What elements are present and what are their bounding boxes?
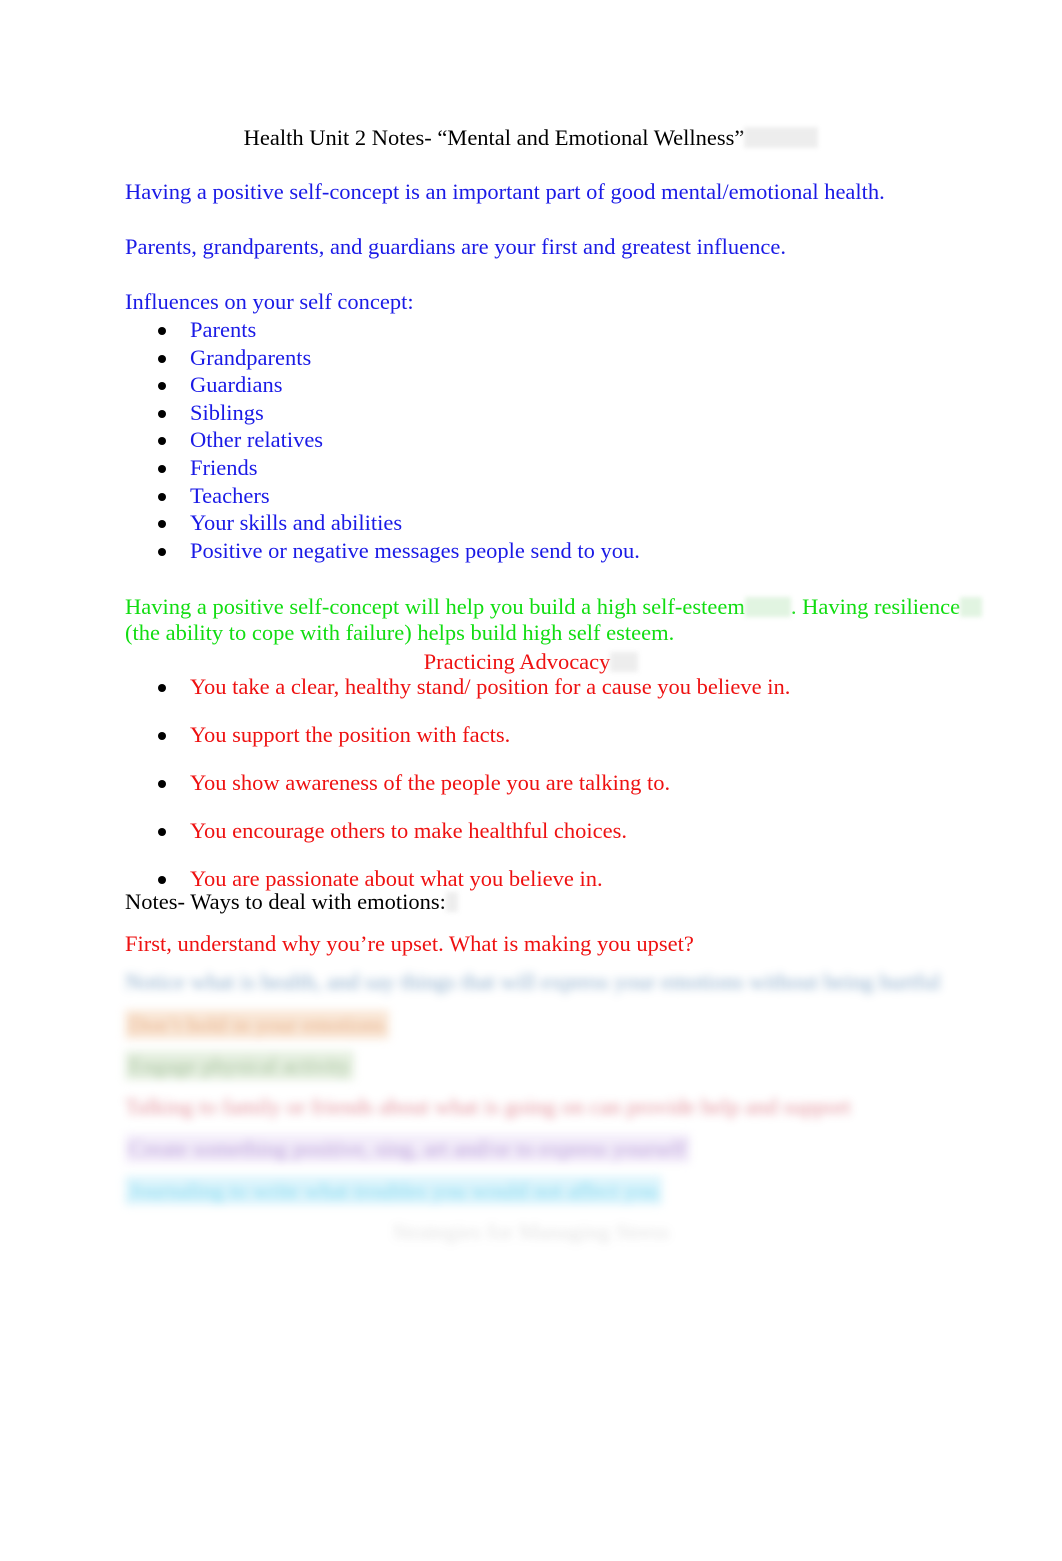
list-item-label: Other relatives — [190, 427, 324, 453]
influences-heading-text: Influences on your self concept: — [125, 289, 414, 314]
redacted-line-1: Notice what is health, and say things th… — [125, 968, 941, 995]
redacted-line-6-text: Journaling to write what troubles you wo… — [129, 1178, 658, 1203]
list-item-label: Grandparents — [190, 344, 312, 370]
self-esteem-line2-text: (the ability to cope with failure) helps… — [125, 620, 675, 645]
self-esteem-text-part2: . Having resilience — [790, 594, 961, 619]
list-item: You support the position with facts. — [125, 711, 790, 759]
redacted-line-5: Create something positive, sing, art and… — [125, 1134, 691, 1163]
redacted-line-5-text: Create something positive, sing, art and… — [129, 1136, 687, 1161]
influence-paragraph-text: Parents, grandparents, and guardians are… — [125, 234, 787, 259]
influences-heading: Influences on your self concept: — [125, 288, 414, 315]
list-item-label: Friends — [190, 454, 258, 480]
intro-paragraph-text: Having a positive self-concept is an imp… — [125, 179, 885, 204]
list-item-label: Teachers — [190, 482, 270, 508]
notes-heading-text: Notes- Ways to deal with emotions: — [125, 889, 446, 914]
redacted-line-2-text: Don’t hold in your emotions — [129, 1012, 385, 1037]
redacted-line-7-text: Strategies for Managing Stress — [392, 1219, 670, 1244]
list-item: Siblings — [125, 399, 640, 427]
redacted-line-4-text: Talking to family or friends about what … — [125, 1094, 851, 1119]
influences-list: Parents Grandparents Guardians Siblings … — [125, 316, 640, 564]
page-title-text: Health Unit 2 Notes- “Mental and Emotion… — [243, 125, 745, 150]
list-item: Other relatives — [125, 426, 640, 454]
self-esteem-paragraph-line2: (the ability to cope with failure) helps… — [125, 619, 674, 646]
list-item-label: Parents — [190, 317, 257, 342]
advocacy-list: You take a clear, healthy stand/ positio… — [125, 663, 790, 903]
list-item-label: Siblings — [190, 399, 264, 425]
redacted-line-7: Strategies for Managing Stress — [125, 1218, 937, 1245]
redacted-line-1-text: Notice what is health, and say things th… — [125, 969, 941, 994]
list-item: Friends — [125, 454, 640, 482]
list-item-label: Guardians — [190, 372, 283, 398]
redacted-line-4: Talking to family or friends about what … — [125, 1093, 851, 1120]
list-item: You show awareness of the people you are… — [125, 759, 790, 807]
document-page: Health Unit 2 Notes- “Mental and Emotion… — [0, 0, 1062, 1561]
list-item: Your skills and abilities — [125, 509, 640, 537]
title-highlight-block — [744, 127, 819, 148]
list-item: Parents — [125, 316, 640, 344]
notes-heading: Notes- Ways to deal with emotions: — [125, 888, 458, 915]
first-understand-text: First, understand why you’re upset. What… — [125, 931, 694, 956]
list-item: You encourage others to make healthful c… — [125, 807, 790, 855]
influence-paragraph: Parents, grandparents, and guardians are… — [125, 233, 786, 260]
self-esteem-highlight-block — [744, 597, 791, 617]
list-item-label: Positive or negative messages people sen… — [190, 537, 640, 563]
list-item: You take a clear, healthy stand/ positio… — [125, 663, 790, 711]
redacted-line-3-text: Engage physical activity — [129, 1053, 351, 1078]
list-item-label: You support the position with facts. — [190, 722, 511, 747]
self-esteem-trailing-highlight — [960, 597, 983, 617]
page-title: Health Unit 2 Notes- “Mental and Emotion… — [125, 124, 937, 152]
intro-paragraph: Having a positive self-concept is an imp… — [125, 178, 885, 205]
redacted-line-6: Journaling to write what troubles you wo… — [125, 1176, 662, 1205]
list-item: Teachers — [125, 482, 640, 510]
redacted-line-2: Don’t hold in your emotions — [125, 1010, 389, 1039]
list-item: Positive or negative messages people sen… — [125, 537, 640, 565]
self-esteem-text-part1: Having a positive self-concept will help… — [125, 594, 745, 619]
list-item: Guardians — [125, 371, 640, 399]
list-item: Grandparents — [125, 344, 640, 372]
first-understand-line: First, understand why you’re upset. What… — [125, 930, 694, 957]
self-esteem-paragraph-line1: Having a positive self-concept will help… — [125, 593, 983, 620]
list-item-label: You take a clear, healthy stand/ positio… — [190, 674, 791, 699]
list-item-label: You show awareness of the people you are… — [190, 770, 671, 795]
redacted-line-3: Engage physical activity — [125, 1051, 355, 1080]
list-item-label: You encourage others to make healthful c… — [190, 818, 627, 843]
notes-heading-highlight — [445, 892, 458, 912]
list-item-label: Your skills and abilities — [190, 510, 403, 536]
